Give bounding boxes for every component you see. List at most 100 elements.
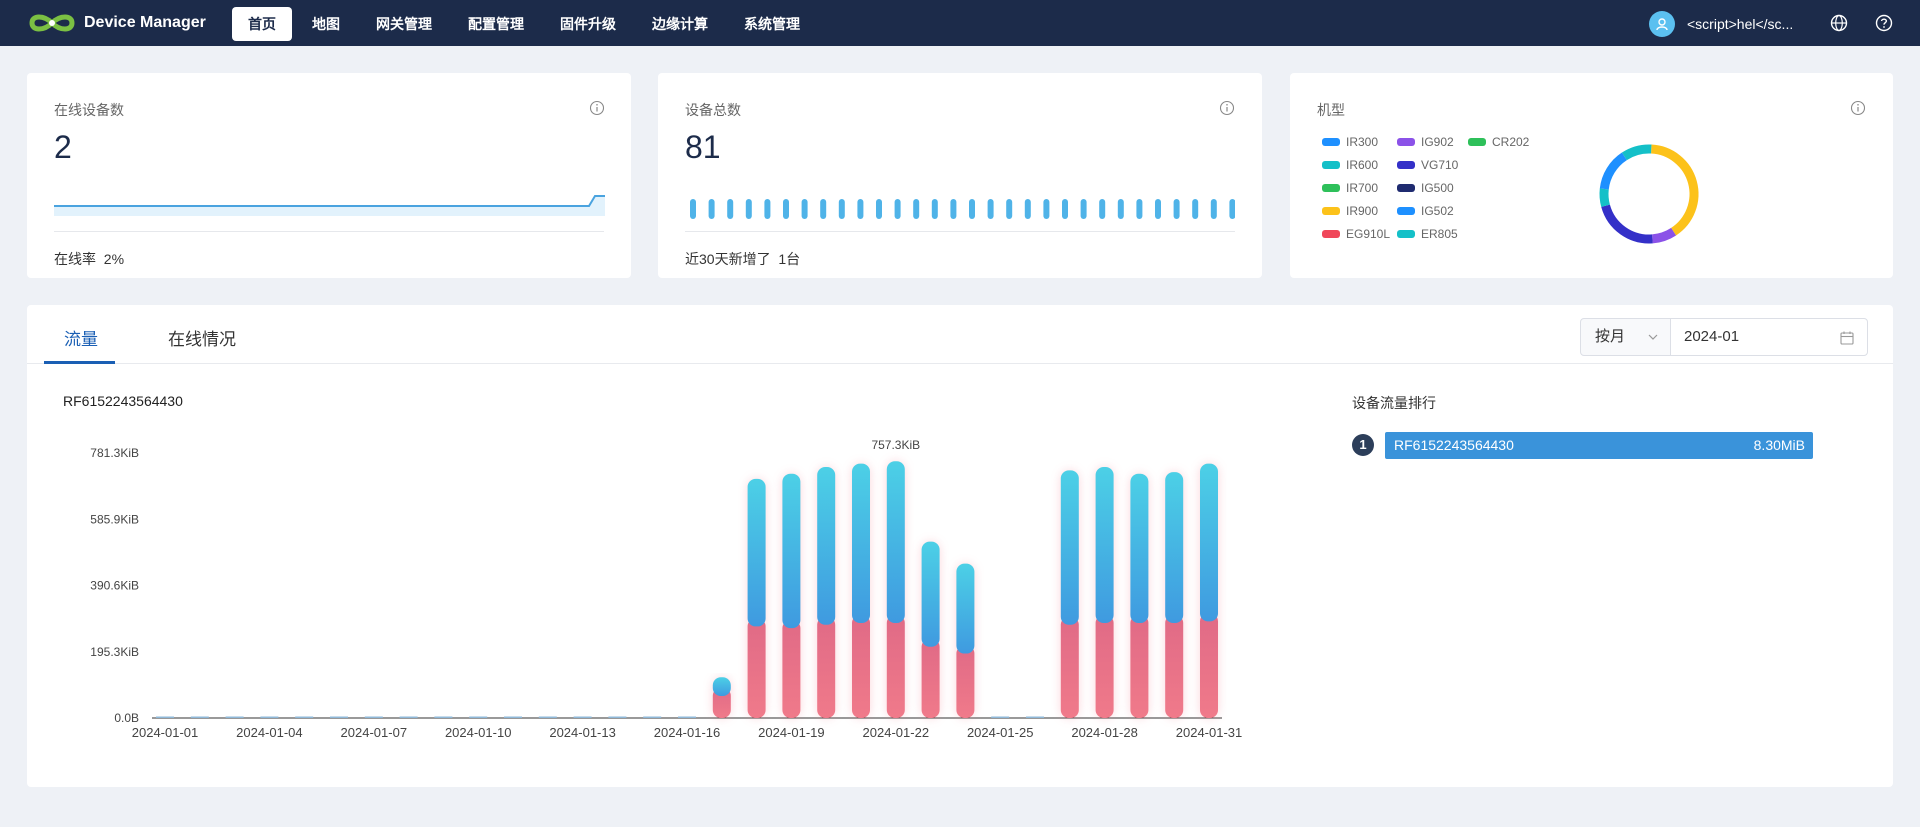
online-rate: 在线率 2%	[54, 249, 124, 269]
bar-empty[interactable]	[190, 716, 209, 719]
legend-item-ir600[interactable]: IR600	[1322, 158, 1378, 172]
bar-segment-lower[interactable]	[1200, 613, 1218, 718]
brand-logo-icon	[28, 11, 76, 40]
legend-item-ir900[interactable]: IR900	[1322, 204, 1378, 218]
bar-empty[interactable]	[608, 716, 627, 719]
bar-empty[interactable]	[434, 716, 453, 719]
bar-segment-lower[interactable]	[1130, 615, 1149, 718]
bar-segment-upper[interactable]	[1095, 467, 1114, 624]
legend-label: IR700	[1346, 181, 1379, 195]
bar-segment-upper[interactable]	[1130, 473, 1149, 624]
legend-label: ER805	[1421, 227, 1458, 241]
x-tick-label: 2024-01-31	[1176, 725, 1243, 740]
donut-slice-ir900[interactable]	[1650, 144, 1699, 236]
bar-segment-lower[interactable]	[1165, 615, 1184, 718]
bar-empty[interactable]	[225, 716, 244, 719]
user-menu[interactable]: <script>hel</sc...	[1649, 11, 1793, 37]
legend-item-er805[interactable]: ER805	[1397, 227, 1458, 241]
bar-segment-upper[interactable]	[921, 541, 940, 647]
legend-swatch	[1397, 138, 1415, 146]
bar-segment-lower[interactable]	[1095, 615, 1114, 718]
y-tick-label: 390.6KiB	[90, 579, 139, 593]
bar-segment-lower[interactable]	[817, 616, 836, 718]
legend-item-cr202[interactable]: CR202	[1468, 135, 1529, 149]
online-devices-title: 在线设备数	[54, 102, 124, 118]
ranking-item[interactable]: RF6152243564430 8.30MiB	[1385, 432, 1813, 459]
nav-item-edge-computing[interactable]: 边缘计算	[636, 7, 724, 41]
globe-icon[interactable]	[1829, 13, 1849, 33]
bar-segment-upper[interactable]	[747, 478, 766, 627]
bar-segment-upper[interactable]	[712, 677, 731, 696]
y-tick-label: 195.3KiB	[90, 645, 139, 659]
legend-item-ig500[interactable]: IG500	[1397, 181, 1454, 195]
bar-segment-upper[interactable]	[1165, 472, 1184, 624]
month-picker-input[interactable]: 2024-01	[1670, 318, 1868, 356]
mini-bar	[801, 199, 808, 219]
donut-slice-ir300[interactable]	[1599, 152, 1628, 190]
bar-empty[interactable]	[260, 716, 279, 719]
device-models-card: 机型 IR300 IR600 IR700 IR900 EG910L IG902 …	[1290, 73, 1893, 278]
bar-empty[interactable]	[504, 716, 522, 719]
bar-empty[interactable]	[469, 716, 488, 719]
new-devices-30d: 近30天新增了 1台	[685, 249, 800, 269]
donut-slice-ig902[interactable]	[1651, 227, 1677, 244]
bar-empty[interactable]	[991, 716, 1010, 719]
bar-segment-lower[interactable]	[886, 615, 905, 718]
donut-slice-ir600[interactable]	[1599, 188, 1610, 207]
bar-empty[interactable]	[330, 716, 348, 719]
bar-segment-upper[interactable]	[782, 473, 801, 629]
online-devices-count: 2	[54, 129, 72, 165]
bar-empty[interactable]	[364, 716, 383, 719]
bar-empty[interactable]	[156, 716, 174, 719]
donut-slice-er805[interactable]	[1621, 144, 1652, 161]
bar-empty[interactable]	[295, 716, 314, 719]
bar-segment-upper[interactable]	[886, 461, 905, 624]
info-icon[interactable]	[1219, 100, 1235, 116]
bar-segment-lower[interactable]	[1060, 616, 1079, 718]
legend-item-ir300[interactable]: IR300	[1322, 135, 1378, 149]
period-select-value: 按月	[1595, 328, 1626, 345]
mini-bar	[857, 199, 864, 219]
bar-segment-lower[interactable]	[956, 645, 975, 718]
bar-empty[interactable]	[1026, 716, 1044, 719]
bar-segment-upper[interactable]	[1200, 463, 1218, 622]
nav-item-system-management[interactable]: 系统管理	[728, 7, 816, 41]
legend-swatch	[1468, 138, 1486, 146]
bar-segment-lower[interactable]	[747, 618, 766, 718]
bar-segment-upper[interactable]	[817, 467, 836, 625]
legend-item-ig502[interactable]: IG502	[1397, 204, 1454, 218]
nav-item-firmware-upgrade[interactable]: 固件升级	[544, 7, 632, 41]
bar-segment-upper[interactable]	[852, 463, 870, 624]
legend-label: IG500	[1421, 181, 1454, 195]
bar-segment-lower[interactable]	[921, 638, 940, 718]
donut-slice-vg710[interactable]	[1601, 204, 1653, 244]
bar-empty[interactable]	[538, 716, 557, 719]
legend-item-eg910l[interactable]: EG910L	[1322, 227, 1390, 241]
info-icon[interactable]	[589, 100, 605, 116]
bar-segment-upper[interactable]	[1060, 470, 1079, 625]
legend-swatch	[1322, 161, 1340, 169]
mini-bar	[1210, 199, 1217, 219]
nav-item-home[interactable]: 首页	[232, 7, 292, 41]
help-icon[interactable]	[1874, 13, 1894, 33]
legend-item-ir700[interactable]: IR700	[1322, 181, 1378, 195]
mini-bar	[820, 199, 827, 219]
bar-segment-lower[interactable]	[852, 615, 870, 718]
nav-item-map[interactable]: 地图	[296, 7, 356, 41]
divider	[54, 231, 604, 232]
bar-segment-lower[interactable]	[782, 620, 801, 718]
mini-bar	[1080, 199, 1087, 219]
total-devices-card: 设备总数 81 近30天新增了 1台	[658, 73, 1262, 278]
nav-item-config-management[interactable]: 配置管理	[452, 7, 540, 41]
legend-item-vg710[interactable]: VG710	[1397, 158, 1458, 172]
bar-empty[interactable]	[678, 716, 696, 719]
legend-item-ig902[interactable]: IG902	[1397, 135, 1454, 149]
bar-empty[interactable]	[643, 716, 662, 719]
bar-segment-upper[interactable]	[956, 563, 975, 654]
bar-empty[interactable]	[573, 716, 592, 719]
period-select[interactable]: 按月	[1580, 318, 1671, 356]
x-tick-label: 2024-01-28	[1071, 725, 1138, 740]
bar-empty[interactable]	[399, 716, 418, 719]
nav-item-gateway-management[interactable]: 网关管理	[360, 7, 448, 41]
info-icon[interactable]	[1850, 100, 1866, 116]
